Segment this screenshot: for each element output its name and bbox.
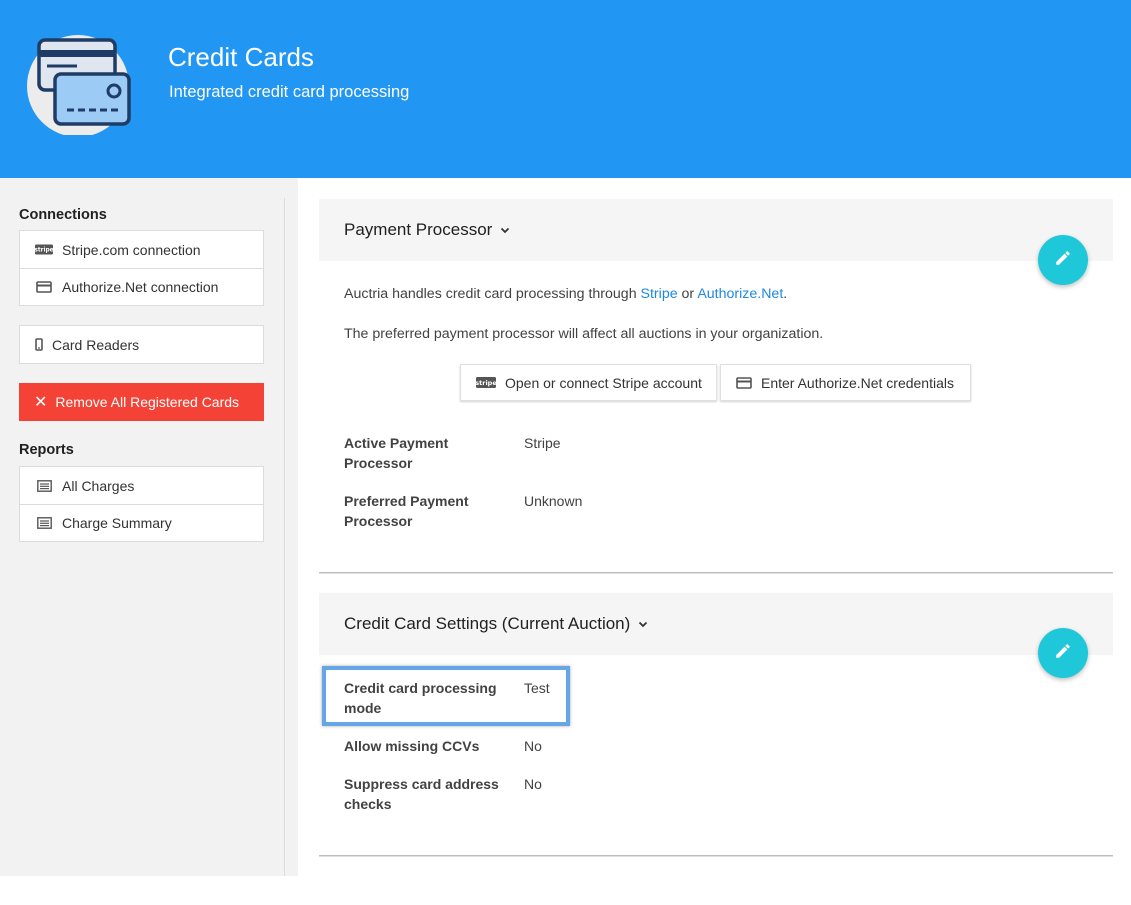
sidebar-item-label: Charge Summary — [62, 515, 172, 531]
app-header: Credit Cards Integrated credit card proc… — [0, 0, 1131, 178]
intro-text: or — [677, 286, 698, 302]
connect-stripe-button[interactable]: stripe Open or connect Stripe account — [460, 364, 717, 401]
page-subtitle: Integrated credit card processing — [169, 83, 410, 101]
cc-settings-title: Credit Card Settings (Current Auction) — [344, 614, 631, 633]
connect-stripe-label: Open or connect Stripe account — [505, 374, 702, 391]
active-processor-value: Stripe — [524, 435, 561, 451]
sidebar-item-label: Authorize.Net connection — [62, 279, 219, 295]
edit-payment-processor-button[interactable] — [1038, 235, 1088, 285]
processing-mode-label: Credit card processing mode — [344, 680, 497, 716]
sidebar-item-label: Card Readers — [52, 336, 140, 353]
close-icon: ✕ — [34, 394, 48, 411]
payment-processor-card: Payment Processor Auctria handles credit… — [319, 199, 1113, 573]
sidebar-item-label: Stripe.com connection — [62, 241, 201, 258]
processor-note: The preferred payment processor will aff… — [344, 326, 824, 342]
chevron-down-icon — [500, 223, 510, 237]
pencil-icon — [1054, 249, 1072, 272]
remove-all-cards-label: Remove All Registered Cards — [55, 394, 240, 410]
authorize-net-credentials-button[interactable]: Enter Authorize.Net credentials — [720, 364, 971, 401]
cc-settings-card: Credit Card Settings (Current Auction) C… — [319, 593, 1113, 856]
stripe-icon: stripe — [476, 377, 496, 388]
credit-cards-icon — [27, 35, 131, 137]
page-title: Credit Cards — [168, 42, 314, 72]
reports-list: All Charges Charge Summary — [19, 466, 264, 542]
preferred-processor-label: Preferred Payment Processor — [344, 493, 469, 529]
sidebar-divider — [284, 198, 285, 878]
processing-mode-value: Test — [524, 680, 550, 696]
credit-card-icon — [35, 281, 53, 293]
connections-list: stripe Stripe.com connection Authorize.N… — [19, 230, 264, 306]
intro-text: . — [783, 286, 788, 302]
allow-missing-ccvs-label: Allow missing CCVs — [344, 738, 480, 754]
stripe-link[interactable]: Stripe — [641, 286, 678, 302]
phone-icon — [33, 338, 45, 351]
reports-heading: Reports — [19, 442, 74, 458]
intro-text: Auctria handles credit card processing t… — [344, 286, 641, 302]
processor-intro: Auctria handles credit card processing t… — [344, 286, 787, 302]
sidebar-item-charge-summary[interactable]: Charge Summary — [20, 504, 263, 541]
sidebar-item-all-charges[interactable]: All Charges — [20, 467, 263, 504]
allow-missing-ccvs-value: No — [524, 738, 542, 754]
sidebar-item-card-readers[interactable]: Card Readers — [20, 326, 263, 363]
payment-processor-header[interactable]: Payment Processor — [319, 199, 1113, 261]
svg-text:stripe: stripe — [35, 248, 53, 254]
stripe-icon: stripe — [35, 244, 53, 255]
sidebar-item-stripe-connection[interactable]: stripe Stripe.com connection — [20, 231, 263, 268]
authorize-net-credentials-label: Enter Authorize.Net credentials — [761, 374, 954, 391]
suppress-address-checks-label: Suppress card address checks — [344, 776, 499, 812]
credit-card-icon — [736, 376, 752, 389]
preferred-processor-value: Unknown — [524, 493, 583, 509]
edit-cc-settings-button[interactable] — [1038, 628, 1088, 678]
pencil-icon — [1054, 642, 1072, 665]
connections-heading: Connections — [19, 207, 107, 223]
cc-settings-header[interactable]: Credit Card Settings (Current Auction) — [319, 593, 1113, 655]
list-icon — [35, 517, 53, 529]
authorize-net-link[interactable]: Authorize.Net — [697, 286, 783, 302]
card-readers-list: Card Readers — [19, 325, 264, 364]
suppress-address-checks-value: No — [524, 776, 542, 792]
payment-processor-title: Payment Processor — [344, 220, 493, 239]
list-icon — [35, 479, 53, 492]
active-processor-label: Active Payment Processor — [344, 435, 449, 471]
torn-edge — [0, 876, 1131, 905]
sidebar-item-label: All Charges — [62, 477, 135, 494]
chevron-down-icon — [638, 617, 648, 631]
svg-text:stripe: stripe — [476, 379, 496, 387]
remove-all-cards-button[interactable]: ✕ Remove All Registered Cards — [19, 383, 264, 421]
sidebar-item-authorize-connection[interactable]: Authorize.Net connection — [20, 268, 263, 305]
